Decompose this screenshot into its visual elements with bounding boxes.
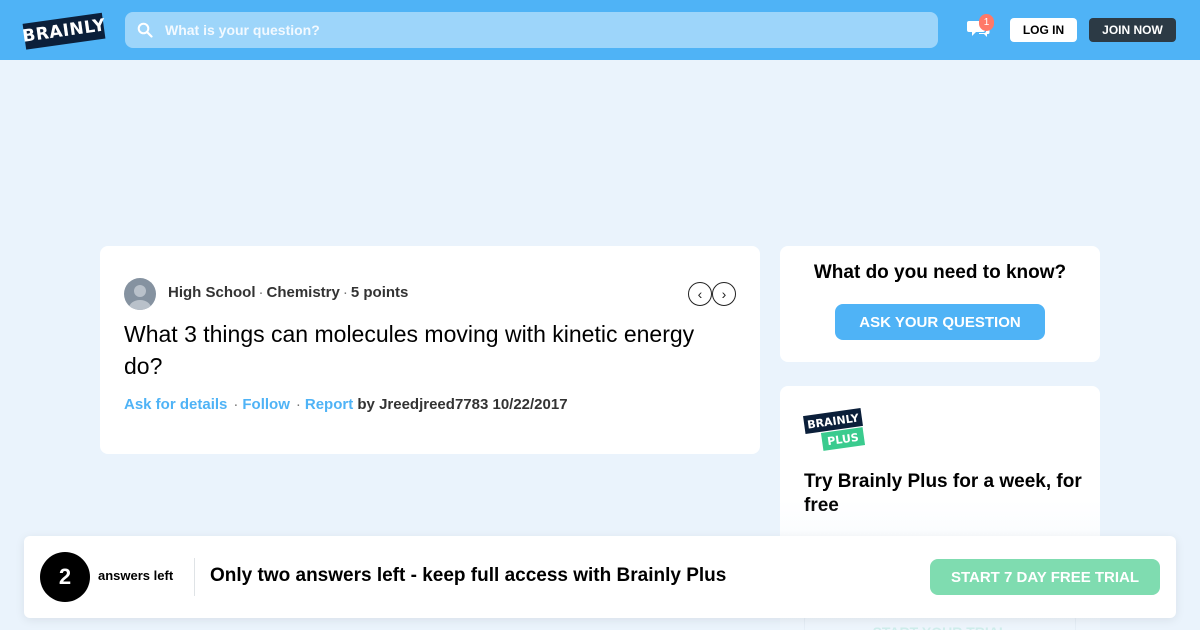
banner-message: Only two answers left - keep full access… (210, 565, 727, 586)
banner-divider (194, 558, 195, 596)
avatar[interactable] (124, 278, 156, 310)
ask-question-card: What do you need to know? ASK YOUR QUEST… (780, 246, 1100, 362)
report-link[interactable]: Report (305, 396, 353, 413)
answers-left-count: 2 (40, 552, 90, 602)
question-card: High School · Chemistry · 5 points ‹ › What … (100, 246, 760, 454)
ask-card-title: What do you need to know? (813, 262, 1067, 283)
login-button[interactable]: LOG IN (1010, 18, 1077, 42)
question-navigation: ‹ › (688, 282, 736, 306)
brainly-plus-logo: BRAINLY PLUS (803, 408, 866, 451)
start-free-trial-button[interactable]: START 7 DAY FREE TRIAL (930, 559, 1160, 595)
ask-for-details-link[interactable]: Ask for details (124, 396, 227, 413)
follow-link[interactable]: Follow (242, 396, 290, 413)
search-bar[interactable] (125, 12, 938, 48)
notification-badge: 1 (979, 14, 994, 31)
author-line: by Jreedjreed7783 10/22/2017 (357, 396, 568, 413)
answers-left-label: answers left (98, 568, 174, 583)
join-now-button[interactable]: JOIN NOW (1089, 18, 1176, 42)
answers-left-banner: 2 answers left Only two answers left - k… (24, 536, 1176, 618)
chevron-left-icon: ‹ (697, 286, 703, 302)
school-level[interactable]: High School (168, 284, 256, 301)
previous-question-button[interactable]: ‹ (688, 282, 712, 306)
top-navigation-bar: BRAINLY 1 LOG IN JOIN NOW (0, 0, 1200, 60)
subject-link[interactable]: Chemistry (267, 284, 340, 301)
plus-card-title: Try Brainly Plus for a week, for free (804, 471, 1082, 516)
question-text: What 3 things can molecules moving with … (124, 321, 695, 379)
ask-your-question-button[interactable]: ASK YOUR QUESTION (835, 304, 1045, 340)
points-badge: 5 points (350, 284, 409, 301)
user-silhouette-icon (129, 285, 151, 310)
question-meta: High School · Chemistry · 5 points (168, 284, 409, 301)
brainly-logo[interactable]: BRAINLY (21, 8, 108, 53)
next-question-button[interactable]: › (712, 282, 736, 306)
logo-text: BRAINLY (21, 12, 107, 50)
chevron-right-icon: › (721, 286, 727, 302)
search-input[interactable] (165, 22, 925, 38)
question-actions: Ask for details · Follow · Report by Jreedjr… (124, 396, 568, 413)
search-icon (125, 22, 165, 38)
